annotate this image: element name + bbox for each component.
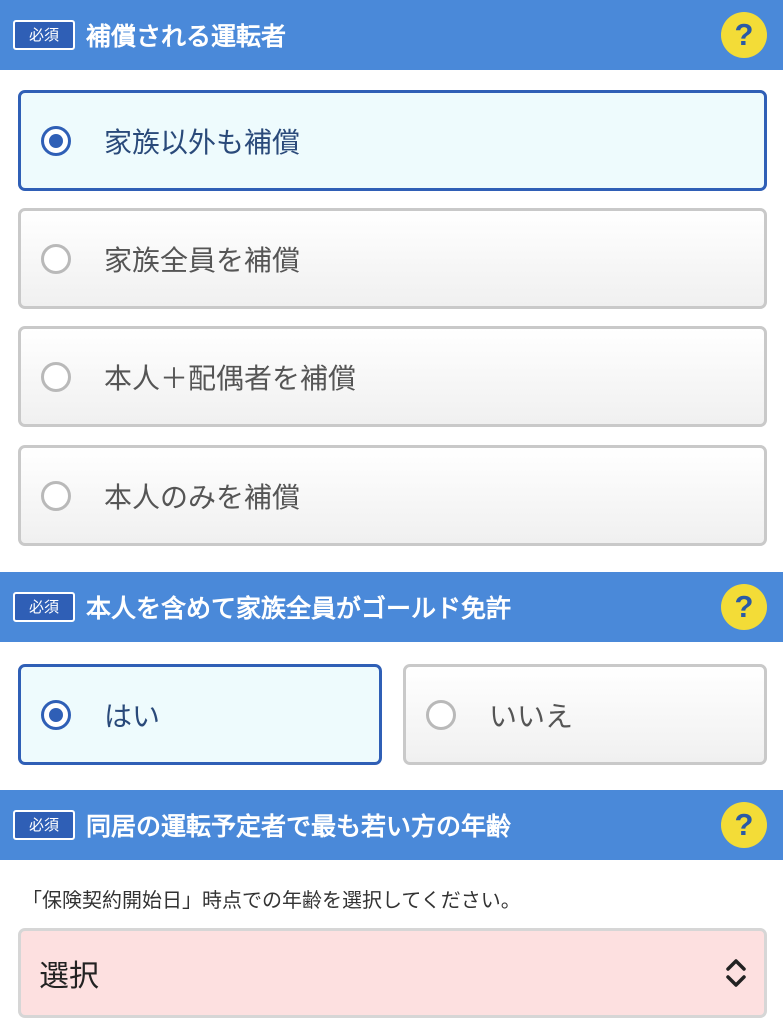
option-label: 本人のみを補償: [104, 480, 301, 514]
option-label: 本人＋配偶者を補償: [104, 361, 357, 395]
radio-option-yes[interactable]: はい: [18, 664, 382, 765]
help-icon[interactable]: ?: [721, 12, 767, 58]
section-title: 補償される運転者: [86, 22, 287, 51]
radio-option-no[interactable]: いいえ: [403, 664, 767, 765]
radio-unselected-icon: [426, 699, 456, 730]
radio-selected-icon: [41, 699, 71, 730]
radio-option-family-and-others[interactable]: 家族以外も補償: [18, 90, 767, 191]
radio-unselected-icon: [41, 480, 71, 511]
radio-unselected-icon: [41, 243, 71, 274]
section-header-covered-drivers: 必須 補償される運転者 ?: [0, 0, 783, 70]
option-label: 家族全員を補償: [104, 243, 301, 277]
radio-selected-icon: [41, 125, 71, 156]
help-icon[interactable]: ?: [721, 802, 767, 848]
option-label: はい: [104, 699, 161, 733]
radio-unselected-icon: [41, 361, 71, 392]
age-select[interactable]: 選択: [18, 928, 767, 1018]
required-badge: 必須: [13, 20, 75, 50]
required-badge: 必須: [13, 592, 75, 622]
section-header-gold-license: 必須 本人を含めて家族全員がゴールド免許 ?: [0, 572, 783, 642]
radio-option-whole-family[interactable]: 家族全員を補償: [18, 208, 767, 309]
help-icon[interactable]: ?: [721, 584, 767, 630]
radio-option-self-and-spouse[interactable]: 本人＋配偶者を補償: [18, 326, 767, 427]
radio-option-self-only[interactable]: 本人のみを補償: [18, 445, 767, 546]
age-instruction-text: 「保険契約開始日」時点での年齢を選択してください。: [22, 888, 521, 912]
option-label: 家族以外も補償: [104, 125, 301, 159]
updown-chevron-icon: [726, 959, 746, 987]
section-title: 本人を含めて家族全員がゴールド免許: [86, 594, 512, 623]
section-title: 同居の運転予定者で最も若い方の年齢: [86, 812, 512, 841]
required-badge: 必須: [13, 810, 75, 840]
section-header-youngest-driver-age: 必須 同居の運転予定者で最も若い方の年齢 ?: [0, 790, 783, 860]
option-label: いいえ: [489, 699, 574, 733]
select-value: 選択: [39, 959, 99, 994]
